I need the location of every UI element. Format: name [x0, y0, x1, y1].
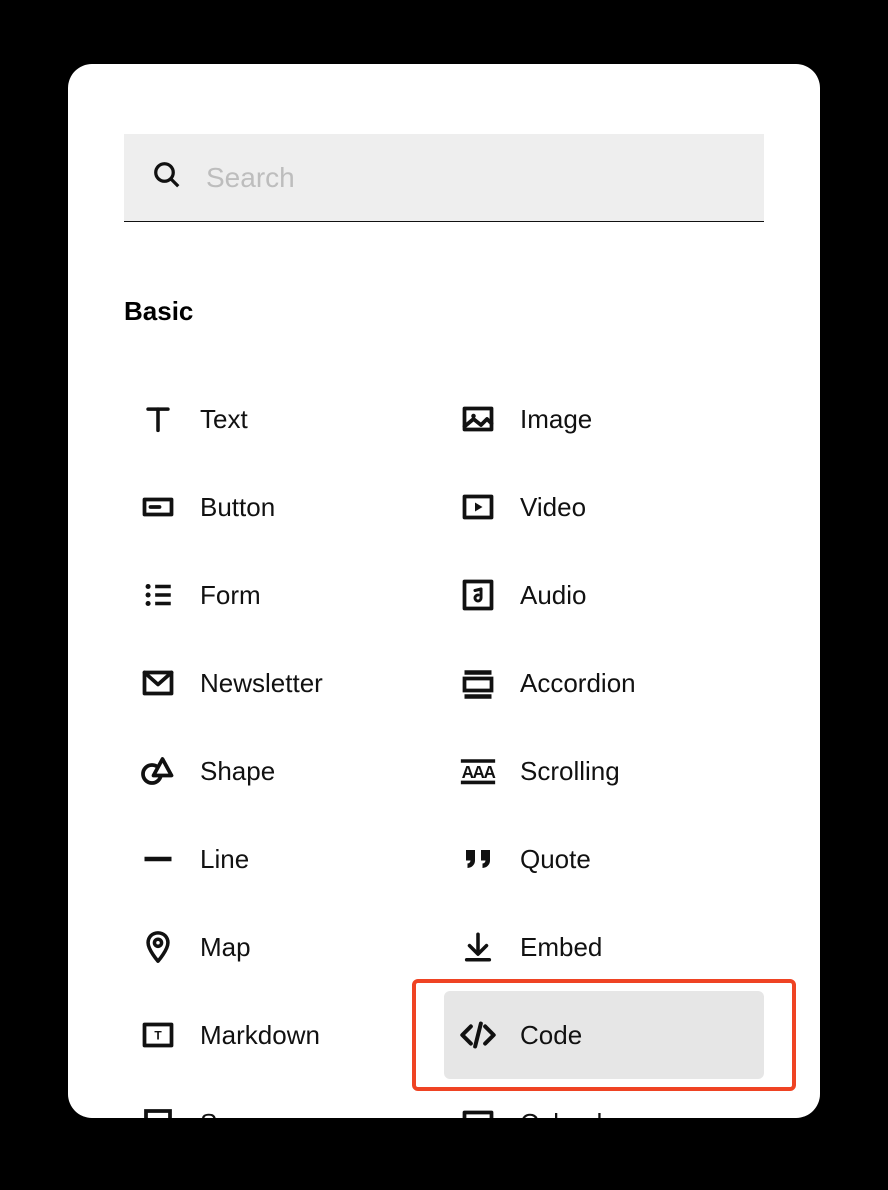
svg-text:AAA: AAA [462, 762, 496, 782]
block-item-label: Accordion [520, 668, 636, 699]
block-picker-panel: Basic Text Button Form Newsletter Shape Line M… [68, 64, 820, 1118]
block-item-form[interactable]: Form [124, 551, 444, 639]
block-item-label: Newsletter [200, 668, 323, 699]
video-icon [458, 487, 498, 527]
block-grid: Text Button Form Newsletter Shape Line Map T Mar… [124, 375, 764, 1118]
block-item-calendar[interactable]: Calendar [444, 1079, 764, 1118]
search-icon [152, 160, 182, 195]
form-icon [138, 575, 178, 615]
block-item-embed[interactable]: Embed [444, 903, 764, 991]
svg-text:T: T [154, 1029, 162, 1043]
block-item-summary[interactable]: Summary [124, 1079, 444, 1118]
search-bar[interactable] [124, 134, 764, 222]
block-item-label: Embed [520, 932, 602, 963]
block-item-accordion[interactable]: Accordion [444, 639, 764, 727]
block-item-quote[interactable]: Quote [444, 815, 764, 903]
section-header-basic: Basic [124, 296, 764, 327]
text-icon [138, 399, 178, 439]
accordion-icon [458, 663, 498, 703]
block-item-label: Scrolling [520, 756, 620, 787]
block-item-scrolling[interactable]: AAA Scrolling [444, 727, 764, 815]
audio-icon [458, 575, 498, 615]
newsletter-icon [138, 663, 178, 703]
block-item-label: Quote [520, 844, 591, 875]
block-item-label: Line [200, 844, 249, 875]
block-item-code[interactable]: Code [444, 991, 764, 1079]
summary-icon [138, 1103, 178, 1118]
block-item-label: Map [200, 932, 251, 963]
block-item-shape[interactable]: Shape [124, 727, 444, 815]
block-item-image[interactable]: Image [444, 375, 764, 463]
block-item-text[interactable]: Text [124, 375, 444, 463]
block-item-audio[interactable]: Audio [444, 551, 764, 639]
block-item-label: Summary [200, 1108, 311, 1119]
block-item-label: Button [200, 492, 275, 523]
scrolling-icon: AAA [458, 751, 498, 791]
block-item-label: Code [520, 1020, 582, 1051]
block-item-newsletter[interactable]: Newsletter [124, 639, 444, 727]
block-item-map[interactable]: Map [124, 903, 444, 991]
calendar-icon [458, 1103, 498, 1118]
block-item-label: Text [200, 404, 248, 435]
block-item-label: Audio [520, 580, 587, 611]
block-item-video[interactable]: Video [444, 463, 764, 551]
block-item-label: Markdown [200, 1020, 320, 1051]
block-item-line[interactable]: Line [124, 815, 444, 903]
shape-icon [138, 751, 178, 791]
search-input[interactable] [206, 162, 736, 194]
block-item-label: Form [200, 580, 261, 611]
block-item-label: Video [520, 492, 586, 523]
block-item-label: Calendar [520, 1108, 626, 1119]
code-icon [458, 1015, 498, 1055]
markdown-icon: T [138, 1015, 178, 1055]
line-icon [138, 839, 178, 879]
block-item-label: Shape [200, 756, 275, 787]
block-item-label: Image [520, 404, 592, 435]
embed-icon [458, 927, 498, 967]
block-item-button[interactable]: Button [124, 463, 444, 551]
button-icon [138, 487, 178, 527]
quote-icon [458, 839, 498, 879]
block-item-markdown[interactable]: T Markdown [124, 991, 444, 1079]
map-icon [138, 927, 178, 967]
image-icon [458, 399, 498, 439]
